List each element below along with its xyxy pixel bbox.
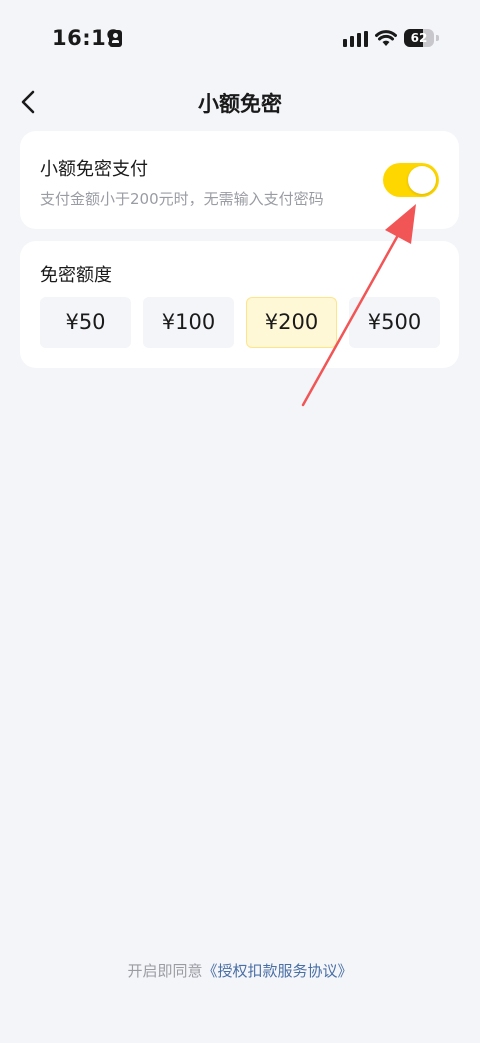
quick-pay-toggle[interactable] [383,163,439,197]
id-card-icon [109,30,122,47]
limit-options: ¥50 ¥100 ¥200 ¥500 [40,297,440,348]
agreement-footer: 开启即同意《授权扣款服务协议》 [0,960,480,981]
page-title: 小额免密 [198,92,282,116]
limit-title: 免密额度 [40,265,112,286]
nav-bar: 小额免密 [0,78,480,126]
limit-option-500[interactable]: ¥500 [349,297,440,348]
limit-option-50[interactable]: ¥50 [40,297,131,348]
battery-tip [436,35,439,41]
agreement-link[interactable]: 《授权扣款服务协议》 [203,962,353,980]
status-bar: 16:19 62 [0,0,480,78]
quick-pay-description: 支付金额小于200元时，无需输入支付密码 [40,190,324,208]
limit-option-100[interactable]: ¥100 [143,297,234,348]
battery-level: 62 [410,31,428,45]
wifi-icon [375,29,397,47]
battery-icon: 62 [404,29,439,47]
limit-option-200[interactable]: ¥200 [246,297,337,348]
toggle-knob [408,166,436,194]
limit-card: 免密额度 ¥50 ¥100 ¥200 ¥500 [20,241,459,368]
battery-body: 62 [404,29,434,47]
agreement-prefix: 开启即同意 [127,962,203,980]
quick-pay-card: 小额免密支付 支付金额小于200元时，无需输入支付密码 [20,131,459,229]
quick-pay-title: 小额免密支付 [40,159,148,180]
signal-icon [343,31,369,47]
